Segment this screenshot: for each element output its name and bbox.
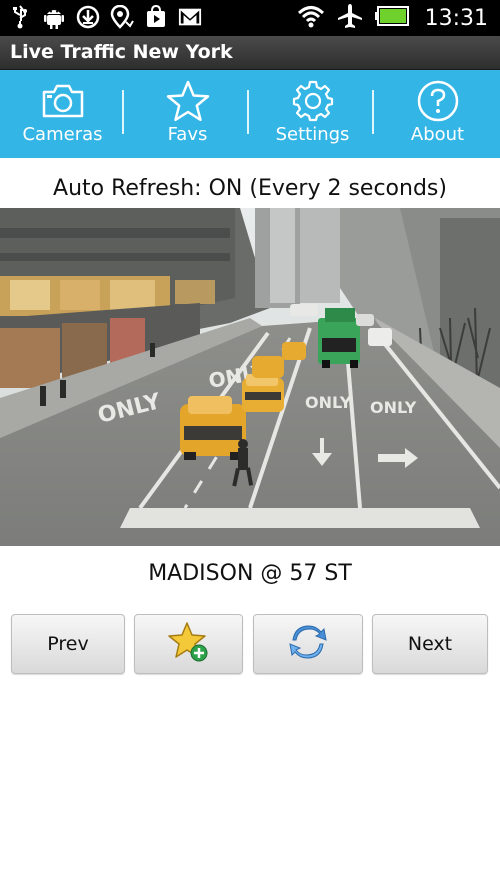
tab-settings[interactable]: Settings	[250, 70, 375, 158]
tab-label: Settings	[275, 124, 350, 145]
tab-divider	[247, 90, 249, 134]
camera-icon	[41, 80, 85, 122]
road-marking: ONLY	[370, 398, 417, 417]
prev-button[interactable]: Prev	[11, 614, 125, 674]
action-bar: Live Traffic New York	[0, 36, 500, 70]
road-marking: ONLY	[305, 393, 352, 412]
add-favorite-button[interactable]	[134, 614, 243, 674]
gear-icon	[292, 80, 334, 122]
clock: 13:31	[424, 5, 488, 31]
download-icon	[76, 4, 100, 30]
refresh-icon	[288, 622, 328, 667]
store-icon	[144, 4, 168, 30]
tab-cameras[interactable]: Cameras	[0, 70, 125, 158]
gmail-icon	[178, 4, 202, 30]
tab-label: About	[410, 124, 465, 145]
star-add-icon	[167, 621, 211, 668]
airplane-icon	[337, 3, 363, 33]
tab-divider	[122, 90, 124, 134]
wifi-icon	[297, 4, 325, 32]
next-button[interactable]: Next	[372, 614, 488, 674]
notification-icons	[8, 4, 202, 30]
star-icon	[166, 80, 210, 122]
tab-divider	[372, 90, 374, 134]
battery-icon	[374, 6, 409, 30]
android-debug-icon	[42, 4, 66, 30]
usb-icon	[8, 4, 32, 30]
status-bar: 13:31	[0, 0, 500, 36]
tab-favs[interactable]: Favs	[125, 70, 250, 158]
app-title: Live Traffic New York	[10, 41, 233, 63]
refresh-button[interactable]	[253, 614, 363, 674]
tab-label: Cameras	[22, 124, 103, 145]
tab-label: Favs	[167, 124, 208, 145]
traffic-camera-image[interactable]: ONLY ONLY ONLY ONLY	[0, 208, 500, 546]
camera-location-label: MADISON @ 57 ST	[148, 561, 352, 586]
location-icon	[110, 4, 134, 30]
system-status: 13:31	[297, 3, 488, 33]
auto-refresh-status: Auto Refresh: ON (Every 2 seconds)	[53, 176, 447, 201]
tab-about[interactable]: About	[375, 70, 500, 158]
camera-scene: ONLY ONLY ONLY ONLY	[0, 208, 500, 546]
tab-bar: Cameras Favs Settings About	[0, 70, 500, 158]
help-icon	[417, 80, 459, 122]
